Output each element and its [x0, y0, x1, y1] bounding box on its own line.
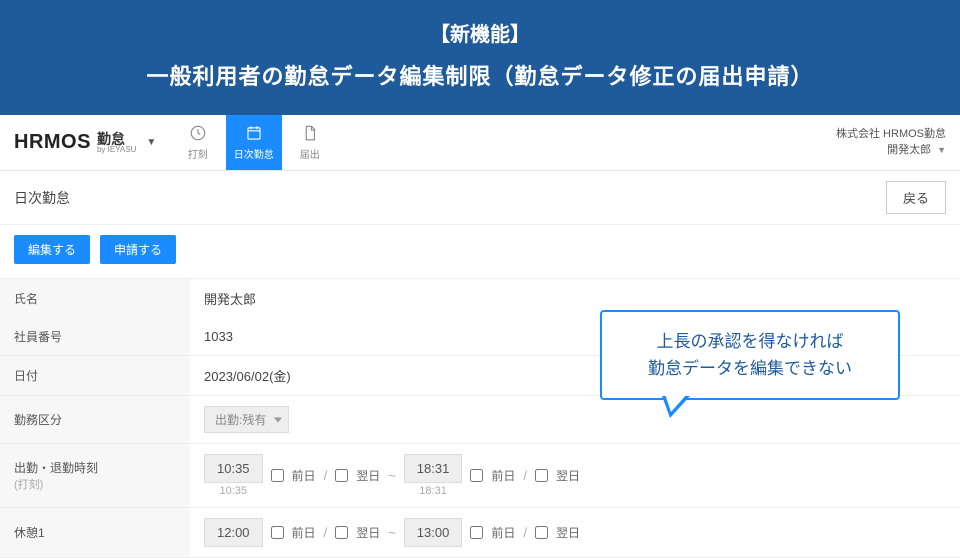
out-prevday-checkbox[interactable]: [470, 469, 483, 482]
chevron-down-icon: ▼: [937, 144, 946, 157]
apply-button[interactable]: 申請する: [100, 235, 176, 264]
logo[interactable]: HRMOS 勤怠 by IEYASU ▼: [0, 115, 170, 170]
action-bar: 編集する 申請する: [0, 225, 960, 279]
company-info[interactable]: 株式会社 HRMOS勤怠 開発太郎 ▼: [822, 115, 960, 170]
user-name: 開発太郎: [887, 143, 931, 158]
subheader: 日次勤怠 戻る: [0, 171, 960, 225]
break-end-input[interactable]: 13:00: [404, 518, 463, 547]
in-stamp: 10:35: [220, 485, 248, 497]
tab-clock[interactable]: 打刻: [170, 115, 226, 170]
callout-line1: 上長の承認を得なければ: [620, 328, 880, 355]
company-name: 株式会社 HRMOS勤怠: [836, 127, 946, 142]
out-nextday-checkbox[interactable]: [535, 469, 548, 482]
back-button[interactable]: 戻る: [886, 181, 946, 214]
tab-request[interactable]: 届出: [282, 115, 338, 170]
callout-line2: 勤怠データを編集できない: [620, 355, 880, 382]
calendar-icon: [245, 124, 263, 142]
in-nextday-checkbox[interactable]: [335, 469, 348, 482]
label-break: 休憩1: [0, 508, 190, 557]
logo-text: HRMOS: [14, 131, 91, 154]
label-empno: 社員番号: [0, 318, 190, 355]
chevron-down-icon: ▼: [146, 137, 156, 148]
label-name: 氏名: [0, 279, 190, 318]
be-prevday-checkbox[interactable]: [470, 526, 483, 539]
bs-prevday-checkbox[interactable]: [271, 526, 284, 539]
clock-icon: [189, 124, 207, 142]
be-nextday-checkbox[interactable]: [535, 526, 548, 539]
in-time-input[interactable]: 10:35: [204, 454, 263, 483]
label-date: 日付: [0, 356, 190, 395]
bs-nextday-checkbox[interactable]: [335, 526, 348, 539]
row-inout: 出勤・退勤時刻 (打刻) 10:35 10:35 前日 / 翌日 ~ 18:31…: [0, 444, 960, 508]
callout-tail-icon: [662, 396, 690, 418]
page-title: 日次勤怠: [14, 188, 70, 208]
row-break: 休憩1 12:00 前日 / 翌日 ~ 13:00 前日 / 翌日: [0, 508, 960, 558]
row-worktype: 勤務区分 出勤:残有: [0, 396, 960, 444]
callout-bubble: 上長の承認を得なければ 勤怠データを編集できない: [600, 310, 900, 400]
in-prevday-checkbox[interactable]: [271, 469, 284, 482]
edit-button[interactable]: 編集する: [14, 235, 90, 264]
label-worktype: 勤務区分: [0, 396, 190, 443]
nav-tabs: 打刻 日次勤怠 届出: [170, 115, 338, 170]
topbar: HRMOS 勤怠 by IEYASU ▼ 打刻 日次勤怠 届出 株式会社 HRM…: [0, 115, 960, 171]
feature-banner: 【新機能】 一般利用者の勤怠データ編集制限（勤怠データ修正の届出申請）: [0, 0, 960, 115]
out-time-input[interactable]: 18:31: [404, 454, 463, 483]
tab-daily[interactable]: 日次勤怠: [226, 115, 282, 170]
banner-line1: 【新機能】: [10, 18, 950, 47]
break-start-input[interactable]: 12:00: [204, 518, 263, 547]
logo-sub: 勤怠 by IEYASU: [97, 132, 136, 154]
banner-line2: 一般利用者の勤怠データ編集制限（勤怠データ修正の届出申請）: [10, 59, 950, 91]
label-inout: 出勤・退勤時刻 (打刻): [0, 444, 190, 507]
document-icon: [301, 124, 319, 142]
worktype-select[interactable]: 出勤:残有: [204, 406, 289, 433]
out-stamp: 18:31: [419, 485, 447, 497]
